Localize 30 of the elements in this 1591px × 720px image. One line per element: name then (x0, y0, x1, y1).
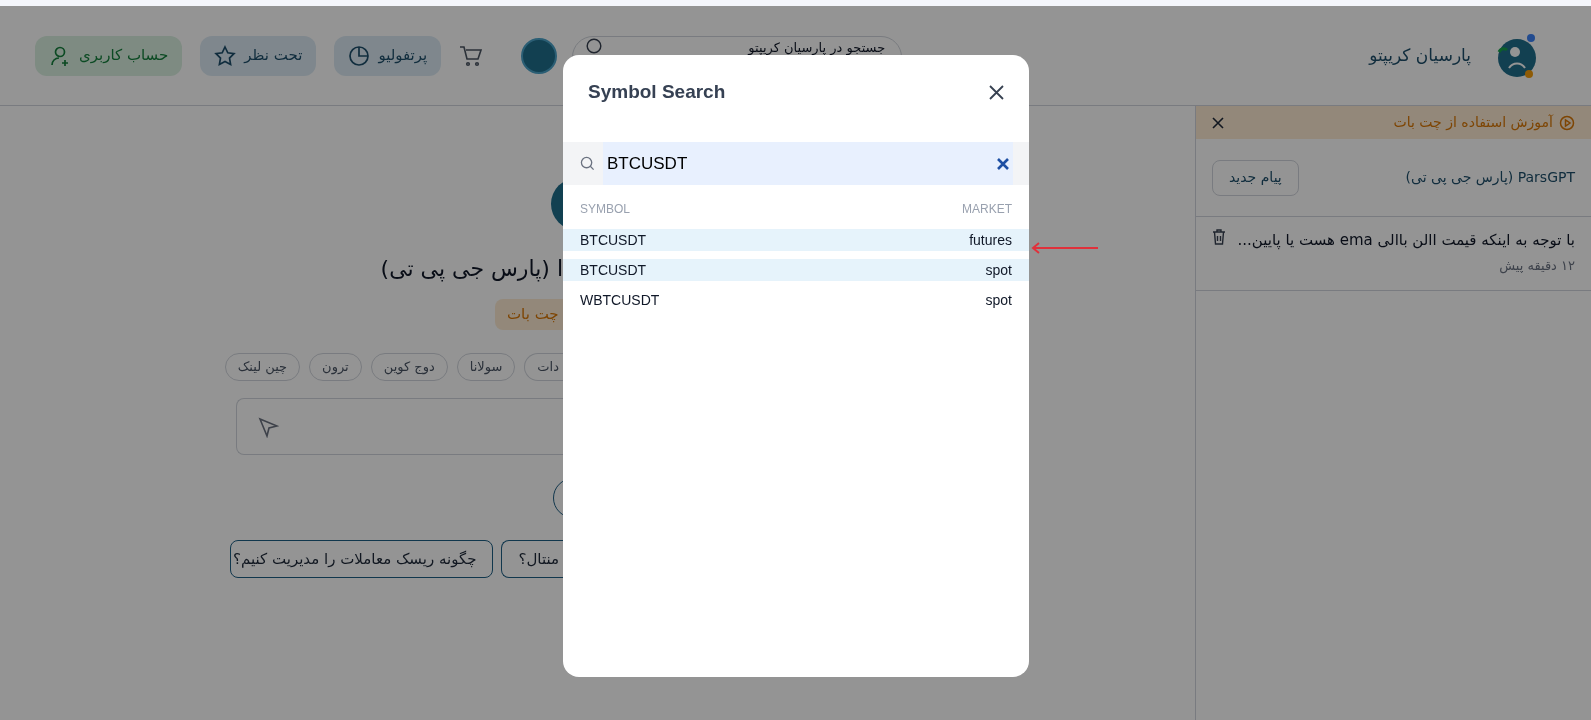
pie-chart-icon (348, 44, 371, 67)
timestamp: ۱۲ دقیقه پیش (1499, 256, 1575, 275)
play-icon (1559, 114, 1575, 131)
dialog-title: Symbol Search (588, 80, 726, 105)
chat-title: ا (پارس جی پی تی) (380, 255, 563, 284)
portfolio-button[interactable]: پرتفولیو (334, 35, 442, 76)
close-icon[interactable] (1212, 116, 1224, 129)
brand-name: پارسیان کریپتو (1369, 43, 1471, 68)
new-message-button[interactable]: پیام جدید (1212, 159, 1299, 196)
trash-icon[interactable] (1212, 229, 1226, 245)
watchlist-button[interactable]: تحت نظر (200, 35, 317, 76)
search-icon (586, 37, 603, 54)
sidebar-title: ParsGPT (پارس جی پی تی) (1405, 168, 1575, 188)
avatar-icon[interactable] (521, 37, 558, 74)
search-icon (580, 156, 595, 171)
column-header: MARKET (962, 201, 1012, 218)
star-icon (214, 44, 237, 67)
close-icon[interactable] (989, 85, 1004, 100)
chat-history-item[interactable]: با توجه به اینکه قیمت االن باالی ema هست یا پایین... (1237, 229, 1575, 252)
annotation-arrow (1031, 242, 1099, 254)
suggestion-button[interactable]: چگونه ریسک معاملات را مدیریت کنیم؟ (230, 540, 494, 578)
symbol-row[interactable]: BTCUSDT spot (563, 259, 1029, 281)
message-input[interactable] (236, 398, 563, 455)
clear-icon[interactable] (997, 157, 1009, 170)
account-button[interactable]: حساب کاربری (35, 35, 183, 76)
column-header: SYMBOL (580, 201, 630, 218)
user-add-icon (49, 44, 71, 67)
symbol-row[interactable]: BTCUSDT futures (563, 229, 1029, 251)
chatbot-badge: چت بات (495, 299, 563, 330)
send-icon[interactable] (257, 415, 279, 438)
